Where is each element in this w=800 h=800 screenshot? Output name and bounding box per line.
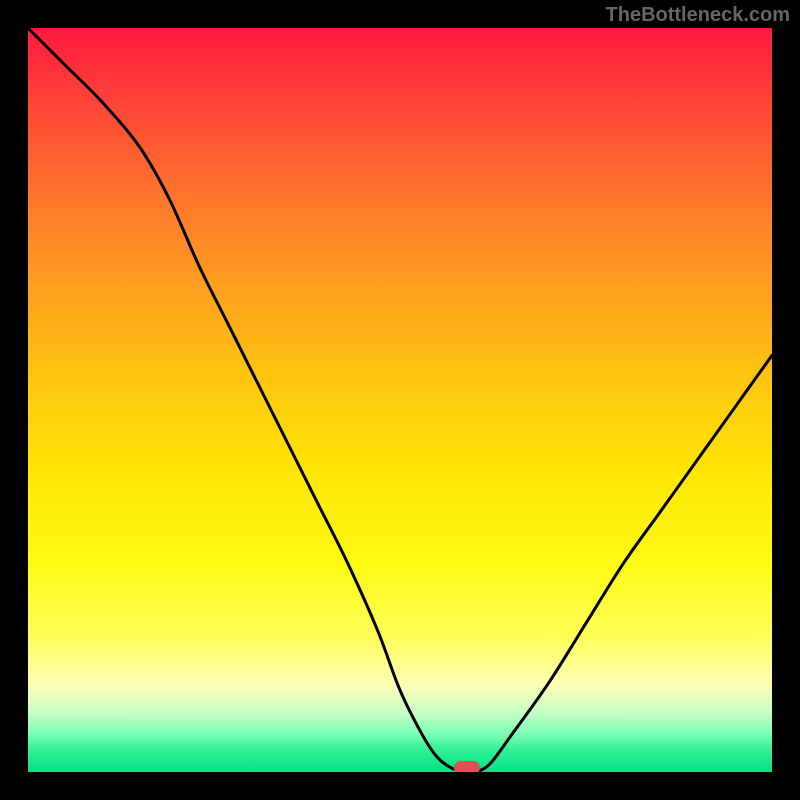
- curve-svg: [28, 28, 772, 772]
- plot-area: [28, 28, 772, 772]
- watermark-text: TheBottleneck.com: [606, 4, 790, 27]
- chart-container: TheBottleneck.com: [0, 0, 800, 800]
- optimal-point-marker: [454, 761, 480, 772]
- bottleneck-curve: [28, 28, 772, 772]
